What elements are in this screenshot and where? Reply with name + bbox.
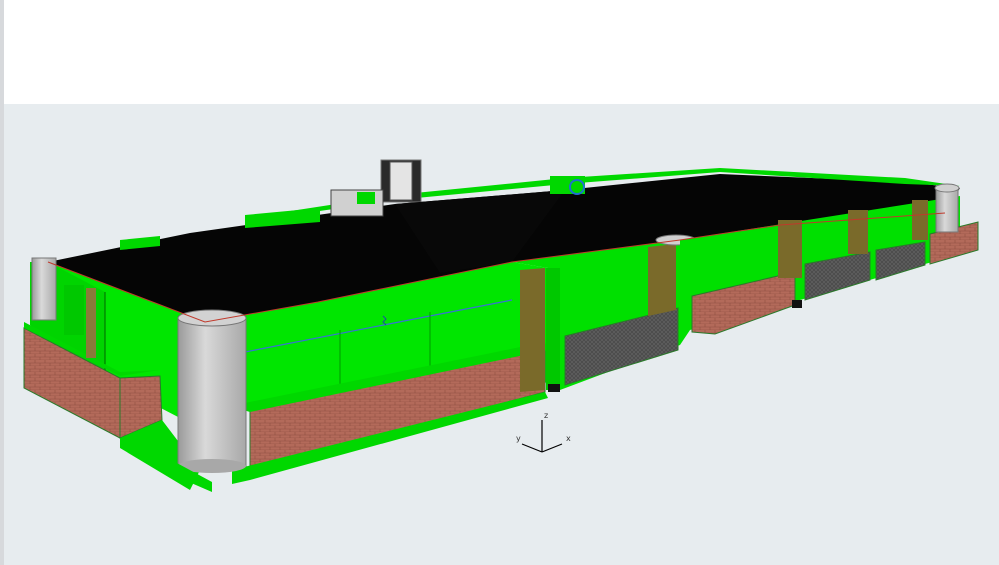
gap-2: [792, 300, 802, 308]
left-wall-recess: [64, 285, 84, 335]
middle-pilaster: [546, 268, 560, 390]
column-top: [177, 309, 247, 327]
opening-2: [648, 244, 676, 316]
y-axis-label: y: [516, 434, 521, 443]
x-axis-label: x: [566, 434, 571, 443]
rear-roof-box: [550, 176, 585, 194]
opening-5: [912, 200, 928, 240]
x-axis-line: [541, 443, 563, 453]
opening-4: [848, 210, 868, 254]
z-axis-label: z: [544, 411, 548, 420]
y-axis-line: [521, 443, 543, 453]
axis-gizmo: z x y: [516, 411, 571, 453]
left-door: [86, 288, 96, 358]
round-column-left: [31, 257, 57, 321]
gap-1: [548, 384, 560, 392]
column-top-right: [934, 183, 960, 193]
building-model[interactable]: z x y: [4, 104, 999, 565]
3d-viewport[interactable]: z x y: [4, 104, 999, 565]
opening-3: [778, 220, 802, 278]
rear-box-green: [357, 192, 375, 204]
opening-1: [520, 268, 545, 392]
chimney-inner: [389, 161, 413, 201]
round-column-front: [177, 317, 247, 467]
round-column-right: [935, 187, 959, 233]
toolbar-area: [4, 0, 999, 104]
